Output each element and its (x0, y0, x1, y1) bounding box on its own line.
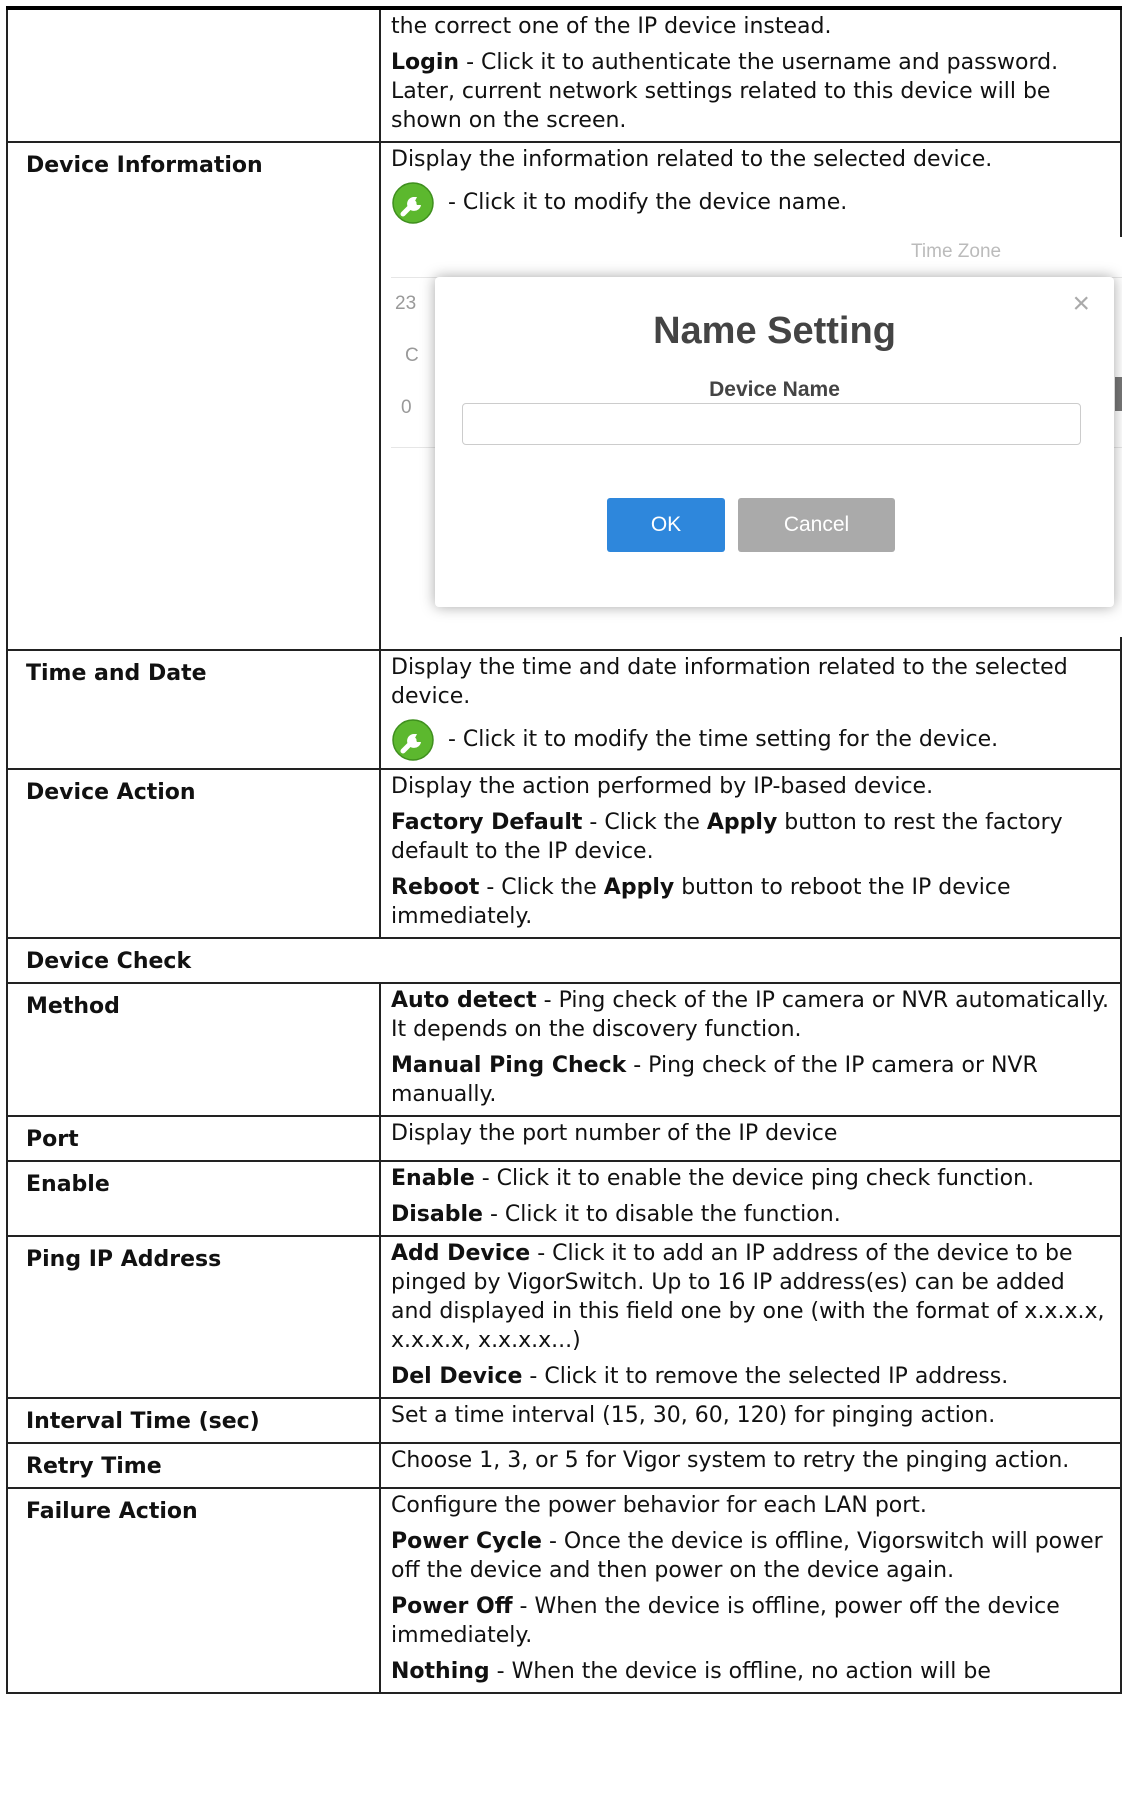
background-scroll-edge (1115, 377, 1122, 411)
row-description: Set a time interval (15, 30, 60, 120) fo… (379, 1397, 1122, 1444)
term-login: Login (391, 50, 460, 75)
row-label: Enable (6, 1160, 381, 1237)
wrench-icon (391, 181, 435, 225)
text-line: Factory Default - Click the Apply button… (391, 810, 1063, 864)
background-fragment: C (405, 345, 419, 366)
close-icon[interactable]: × (1072, 289, 1090, 319)
text-line: the correct one of the IP device instead… (391, 14, 832, 39)
row-description: Display the action performed by IP-based… (379, 768, 1122, 939)
table-row: Interval Time (sec) Set a time interval … (6, 1397, 1122, 1444)
row-label-empty (6, 6, 381, 143)
row-label: Port (6, 1115, 381, 1162)
row-label: Failure Action (6, 1487, 381, 1694)
wrench-icon (391, 718, 435, 762)
field-label: Device Name (709, 378, 840, 401)
name-setting-dialog: × Name Setting Device Name OK Cancel (435, 277, 1114, 607)
table-row: Device Information Display the informati… (6, 141, 1122, 651)
name-setting-screenshot: Time Zone 23 C 0 × Name Setting Device N… (391, 237, 1122, 637)
section-row: Device Check (6, 937, 1122, 984)
text-line: - Click it to modify the time setting fo… (391, 718, 1112, 762)
row-label: Device Action (6, 768, 381, 939)
document: the correct one of the IP device instead… (6, 6, 1122, 1694)
table-row: Enable Enable - Click it to enable the d… (6, 1160, 1122, 1237)
row-label: Interval Time (sec) (6, 1397, 381, 1444)
row-description: Auto detect - Ping check of the IP camer… (379, 982, 1122, 1117)
text-line: Display the action performed by IP-based… (391, 774, 934, 799)
row-description: the correct one of the IP device instead… (379, 6, 1122, 143)
text-line: Disable - Click it to disable the functi… (391, 1202, 841, 1227)
row-description: Display the time and date information re… (379, 649, 1122, 770)
background-header: Time Zone (911, 241, 1002, 262)
row-description: Add Device - Click it to add an IP addre… (379, 1235, 1122, 1399)
row-label: Method (6, 982, 381, 1117)
text-line: Configure the power behavior for each LA… (391, 1493, 927, 1518)
text-line: Manual Ping Check - Ping check of the IP… (391, 1053, 1038, 1107)
row-description: Configure the power behavior for each LA… (379, 1487, 1122, 1694)
dialog-title: Name Setting (653, 310, 896, 352)
background-fragment: 0 (401, 397, 412, 418)
text-line: Enable - Click it to enable the device p… (391, 1166, 1035, 1191)
text-line: - Click it to modify the device name. (391, 181, 1112, 225)
row-label: Ping IP Address (6, 1235, 381, 1399)
section-header: Device Check (6, 937, 1122, 984)
row-label: Time and Date (6, 649, 381, 770)
text-line: Power Off - When the device is offline, … (391, 1594, 1060, 1648)
text-line: Auto detect - Ping check of the IP camer… (391, 988, 1110, 1042)
table-row: Port Display the port number of the IP d… (6, 1115, 1122, 1162)
text-line: Add Device - Click it to add an IP addre… (391, 1241, 1105, 1353)
text-line: Power Cycle - Once the device is offline… (391, 1529, 1103, 1583)
ok-button[interactable]: OK (607, 498, 725, 552)
table-row: Time and Date Display the time and date … (6, 649, 1122, 770)
text-line: Set a time interval (15, 30, 60, 120) fo… (391, 1403, 996, 1428)
row-description: Enable - Click it to enable the device p… (379, 1160, 1122, 1237)
device-name-input[interactable] (462, 403, 1081, 445)
table-row: Method Auto detect - Ping check of the I… (6, 982, 1122, 1117)
row-label: Retry Time (6, 1442, 381, 1489)
table-row: Ping IP Address Add Device - Click it to… (6, 1235, 1122, 1399)
text-line: Display the information related to the s… (391, 147, 993, 172)
text-line: Login - Click it to authenticate the use… (391, 50, 1059, 133)
row-description: Choose 1, 3, or 5 for Vigor system to re… (379, 1442, 1122, 1489)
text-line: Reboot - Click the Apply button to reboo… (391, 875, 1011, 929)
table-row: Failure Action Configure the power behav… (6, 1487, 1122, 1694)
text-line: Display the port number of the IP device (391, 1121, 838, 1146)
row-description: Display the port number of the IP device (379, 1115, 1122, 1162)
text-line: Del Device - Click it to remove the sele… (391, 1364, 1009, 1389)
row-description: Display the information related to the s… (379, 141, 1122, 651)
table-row: Retry Time Choose 1, 3, or 5 for Vigor s… (6, 1442, 1122, 1489)
background-fragment: 23 (395, 293, 417, 314)
table-row: the correct one of the IP device instead… (6, 6, 1122, 143)
text-line: Choose 1, 3, or 5 for Vigor system to re… (391, 1448, 1070, 1473)
text-line: Nothing - When the device is offline, no… (391, 1659, 991, 1684)
text-line: Display the time and date information re… (391, 655, 1068, 709)
row-label: Device Information (6, 141, 381, 651)
table-row: Device Action Display the action perform… (6, 768, 1122, 939)
parameter-table: the correct one of the IP device instead… (6, 6, 1122, 1694)
cancel-button[interactable]: Cancel (738, 498, 895, 552)
